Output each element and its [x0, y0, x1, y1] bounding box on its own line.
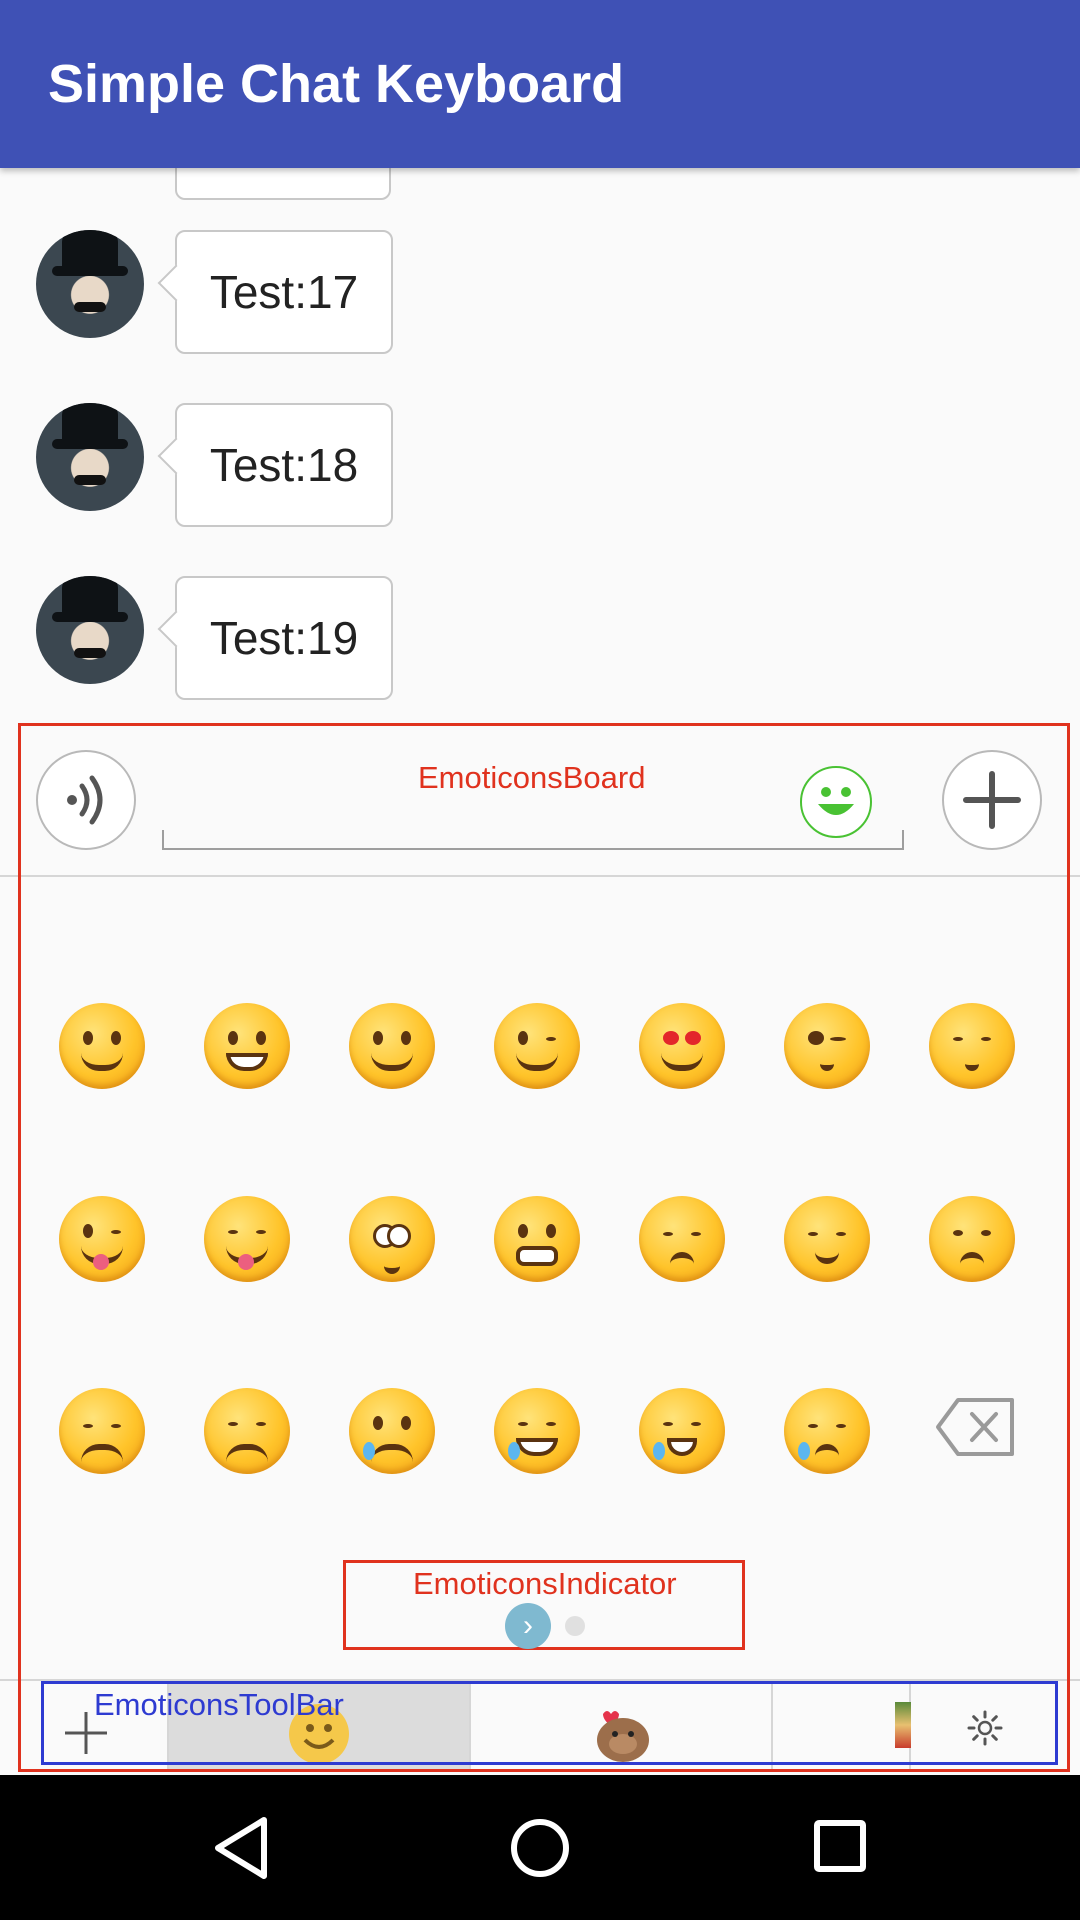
toolbar-tab-sticker-pack[interactable]: [471, 1682, 773, 1772]
avatar[interactable]: [36, 230, 144, 338]
unamused-face-icon[interactable]: [929, 1196, 1015, 1282]
message-row: Test:17: [0, 230, 1080, 360]
tears-of-joy-face-icon[interactable]: [494, 1388, 580, 1474]
message-bubble-partial: [175, 168, 391, 200]
plus-icon: [963, 771, 1021, 829]
wink-face-icon[interactable]: [494, 1003, 580, 1089]
sticker-thumbnail: [895, 1702, 911, 1748]
pensive-face-icon[interactable]: [639, 1196, 725, 1282]
kissing-heart-face-icon[interactable]: [784, 1003, 870, 1089]
avatar[interactable]: [36, 576, 144, 684]
message-bubble[interactable]: Test:19: [175, 576, 393, 700]
voice-icon: [67, 775, 103, 825]
divider: [0, 1679, 1080, 1681]
emoji-toggle-button[interactable]: [800, 766, 872, 838]
disappointed-face-icon[interactable]: [59, 1388, 145, 1474]
sticker-icon: [597, 1711, 649, 1762]
emoticons-board-label: EmoticonsBoard: [418, 760, 646, 795]
back-icon[interactable]: [212, 1816, 272, 1880]
kissing-closed-eyes-face-icon[interactable]: [929, 1003, 1015, 1089]
toolbar-settings-button[interactable]: [911, 1682, 1058, 1772]
smiley-face-icon[interactable]: [204, 1003, 290, 1089]
avatar[interactable]: [36, 403, 144, 511]
sobbing-face-icon[interactable]: [639, 1388, 725, 1474]
wink-tongue-face-icon[interactable]: [59, 1196, 145, 1282]
system-nav-bar: [0, 1775, 1080, 1920]
app-title: Simple Chat Keyboard: [48, 54, 625, 114]
message-bubble[interactable]: Test:17: [175, 230, 393, 354]
chat-list[interactable]: Test:17 Test:18 Test:19: [0, 168, 1080, 723]
backspace-button[interactable]: [934, 1396, 1016, 1458]
emoticons-toolbar-label: EmoticonsToolBar: [94, 1687, 344, 1722]
message-input[interactable]: [162, 830, 904, 850]
relieved-face-icon[interactable]: [784, 1196, 870, 1282]
blush-face-icon[interactable]: [349, 1003, 435, 1089]
indicator-dot-active[interactable]: ›: [505, 1603, 551, 1649]
toolbar-tab-sticker-pack-2[interactable]: [773, 1682, 911, 1772]
message-row: Test:18: [0, 403, 1080, 533]
indicator-dot[interactable]: [565, 1616, 585, 1636]
recents-icon[interactable]: [814, 1820, 866, 1872]
heart-eyes-face-icon[interactable]: [639, 1003, 725, 1089]
message-row: Test:19: [0, 576, 1080, 706]
crying-face-icon[interactable]: [349, 1388, 435, 1474]
plus-button[interactable]: [942, 750, 1042, 850]
grimacing-face-icon[interactable]: [494, 1196, 580, 1282]
home-icon[interactable]: [510, 1818, 570, 1878]
message-bubble[interactable]: Test:18: [175, 403, 393, 527]
smiley-icon: [818, 787, 854, 815]
flushed-face-icon[interactable]: [349, 1196, 435, 1282]
emoticons-indicator-label: EmoticonsIndicator: [413, 1566, 677, 1601]
sleepy-face-icon[interactable]: [784, 1388, 870, 1474]
grinning-face-icon[interactable]: [59, 1003, 145, 1089]
gear-icon: [967, 1710, 1003, 1746]
squint-tongue-face-icon[interactable]: [204, 1196, 290, 1282]
backspace-icon: [936, 1398, 1014, 1456]
voice-button[interactable]: [36, 750, 136, 850]
app-bar: Simple Chat Keyboard: [0, 0, 1080, 168]
divider: [0, 875, 1080, 877]
confounded-face-icon[interactable]: [204, 1388, 290, 1474]
